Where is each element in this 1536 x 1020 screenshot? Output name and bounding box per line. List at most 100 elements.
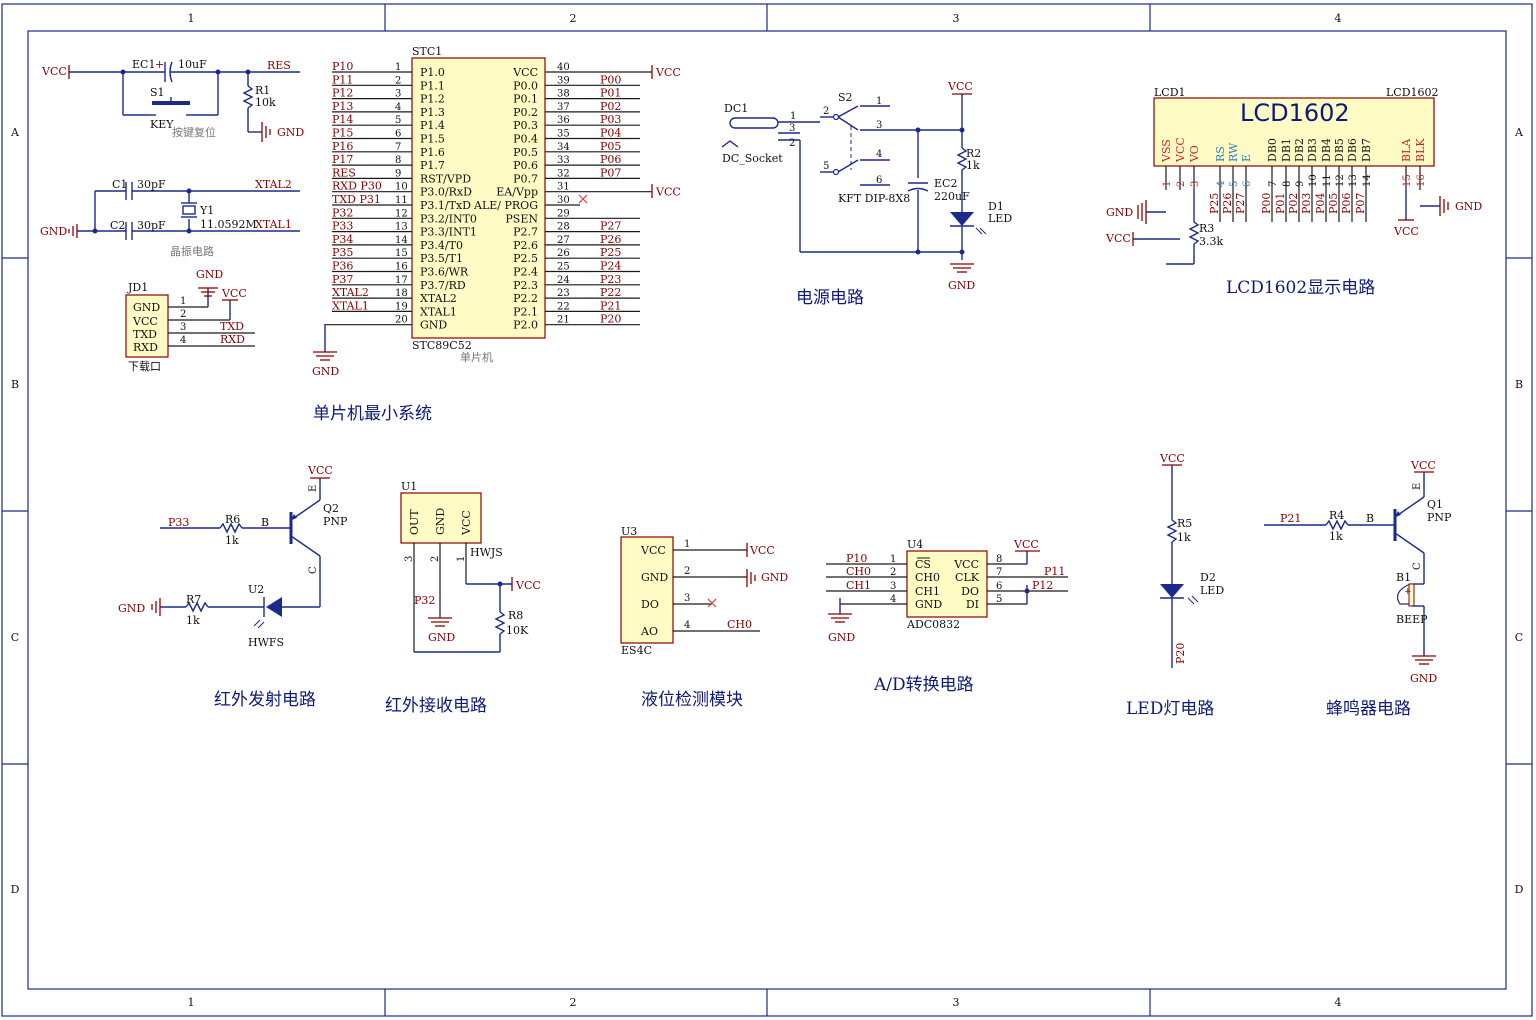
mcu-pin-name-left-5: P1.4	[420, 119, 445, 132]
lcd-gnd-label-right: GND	[1455, 200, 1482, 213]
title-level: 液位检测模块	[641, 690, 743, 710]
mcu-pin-name-right-25: P2.4	[513, 266, 538, 279]
lcd-pin-name-5: RW	[1227, 142, 1240, 162]
mcu-pin-num-left-1: 1	[395, 62, 401, 73]
mcu-pin-name-right-27: P2.6	[513, 239, 538, 252]
mcu-net-left-17: P37	[332, 273, 353, 286]
crystal-gnd-label: GND	[40, 225, 67, 238]
mcu-pin-name-right-39: P0.0	[513, 79, 538, 92]
lcd-pin-name-3: VO	[1188, 145, 1201, 163]
mcu-net-right-27: P26	[600, 233, 621, 246]
lcd-pin-num-4: 4	[1216, 181, 1227, 187]
u4-part: ADC0832	[906, 618, 960, 631]
s2-pin4: 4	[876, 149, 882, 160]
mcu-pin-num-right-33: 33	[557, 155, 570, 166]
mcu-pin-name-left-2: P1.1	[420, 79, 445, 92]
ir-rx-gnd: GND	[428, 631, 455, 644]
d2-part: LED	[1200, 584, 1224, 597]
mcu-pin-num-left-11: 11	[395, 195, 408, 206]
title-mcu: 单片机最小系统	[313, 404, 432, 424]
s1-part: KEY	[150, 118, 174, 131]
mcu-pin-num-right-29: 29	[557, 208, 570, 219]
crystal-circuit: GND C1 30pF C2 30pF Y1 11.0592M 晶振电路 XTA…	[40, 178, 300, 258]
mcu-pin-name-left-12: P3.2/INT0	[420, 212, 477, 225]
lcd-pin-net-9: P02	[1287, 193, 1300, 214]
mcu-pin-num-right-35: 35	[557, 129, 570, 140]
u3-pin-num-1: 1	[684, 539, 690, 550]
mcu-pin-name-left-14: P3.4/T0	[420, 239, 463, 252]
jd1-rxd-net: RXD	[220, 333, 245, 346]
power-gnd-label: GND	[948, 279, 975, 292]
adc0832-circuit: U4 CS1P10CH02CH0CH13CH1GND4VCC 8VCCCLK 7 P1…	[826, 538, 1068, 644]
u1-pin1-num: 1	[456, 556, 467, 562]
r1-value: 10k	[255, 96, 276, 109]
c2-value: 30pF	[137, 219, 166, 232]
lcd1602-circuit: LCD1 LCD1602 LCD1602 VSS 1 VCC 2 VO 3 RS 4 P25 RW…	[1105, 86, 1482, 265]
lcd-pin-num-5: 5	[1229, 181, 1240, 187]
mcu-pin-name-left-9: RST/VPD	[420, 172, 471, 185]
mcu-net-left-9: RES	[332, 166, 356, 179]
mcu-net-left-1: P10	[332, 60, 353, 73]
lcd-pin-name-9: DB2	[1293, 138, 1306, 162]
lcd-pin-num-15: 15	[1402, 174, 1413, 187]
mcu-pin-name-right-31: EA/Vpp	[496, 186, 538, 199]
grid-col-bottom-2: 2	[570, 996, 577, 1009]
mcu-pin-num-right-24: 24	[557, 275, 570, 286]
mcu-pin-num-right-27: 27	[557, 235, 570, 246]
grid-col-bottom-3: 3	[953, 996, 960, 1009]
mcu-pin-name-right-33: P0.6	[513, 159, 538, 172]
dc1-part: DC_Socket	[722, 152, 783, 165]
b1-designator: B1	[1396, 571, 1411, 584]
u4-pin-num-left-3: 3	[890, 581, 896, 592]
mcu-net-right-26: P25	[600, 246, 621, 259]
mcu-comment: 单片机	[460, 350, 493, 364]
r4-designator: R4	[1329, 509, 1344, 522]
r5-value: 1k	[1177, 531, 1191, 544]
ir-transmitter-circuit: P33 R6 1k B VCC Q2 PNP E C U2 HWFS R7 1k…	[118, 464, 348, 649]
u3-designator: U3	[621, 525, 637, 538]
mcu-pin-name-right-29: PSEN	[505, 212, 538, 225]
ir-receiver-circuit: U1 OUT GND VCC 3 2 1 HWJS P32 GND VCC R8…	[400, 480, 541, 653]
mcu-pin-name-right-35: P0.4	[513, 133, 538, 146]
q1-collector-label: C	[1412, 562, 1423, 570]
reset-vcc-label: VCC	[41, 65, 67, 78]
u4-pin-net-right-8: VCC	[1013, 538, 1039, 551]
lcd-pin-name-4: RS	[1214, 146, 1227, 162]
grid-row-left-d: D	[11, 883, 20, 896]
lcd-pin-net-12: P05	[1327, 193, 1340, 214]
mcu-net-right-32: P07	[600, 166, 621, 179]
u4-pin-num-left-1: 1	[890, 554, 896, 565]
lcd-pin-name-12: DB5	[1333, 138, 1346, 162]
mcu-net-left-11: TXD P31	[332, 193, 381, 206]
ec2-value: 220uF	[934, 190, 970, 203]
u4-pin-name-left-1: CS	[915, 558, 931, 571]
mcu-pin-name-right-26: P2.5	[513, 252, 538, 265]
u3-pin-name-1: VCC	[640, 544, 666, 557]
u4-pin-net-left-3: CH1	[846, 579, 871, 592]
s2-pin3: 3	[876, 120, 882, 131]
mcu-pin-num-left-15: 15	[395, 248, 408, 259]
lcd-pin-num-13: 13	[1348, 174, 1359, 187]
u4-pin-name-left-3: CH1	[915, 585, 940, 598]
mcu-pin-num-right-32: 32	[557, 168, 570, 179]
lcd-pin-name-15: BLA	[1400, 138, 1413, 162]
mcu-net-right-37: P02	[600, 100, 621, 113]
mcu-net-right-40: VCC	[655, 66, 681, 79]
s2-part: KFT DIP-8X8	[838, 192, 910, 205]
mcu-pin-name-left-16: P3.6/WR	[420, 266, 469, 279]
mcu-pin-num-right-37: 37	[557, 102, 570, 113]
mcu-net-right-22: P21	[600, 299, 621, 312]
lcd-designator-right: LCD1602	[1386, 86, 1439, 99]
r2-value: 1k	[966, 159, 980, 172]
reset-net-label: RES	[267, 59, 291, 72]
jd1-gnd-label: GND	[196, 268, 223, 281]
y1-designator: Y1	[199, 204, 214, 217]
u4-pin-num-left-2: 2	[890, 567, 896, 578]
mcu-net-left-6: P15	[332, 127, 353, 140]
mcu-pin-num-left-12: 12	[395, 208, 408, 219]
grid-row-left-b: B	[11, 378, 19, 391]
mcu-pin-num-left-5: 5	[395, 115, 401, 126]
ec1-designator: EC1	[132, 58, 155, 71]
dc1-designator: DC1	[724, 102, 748, 115]
c2-designator: C2	[110, 219, 125, 232]
